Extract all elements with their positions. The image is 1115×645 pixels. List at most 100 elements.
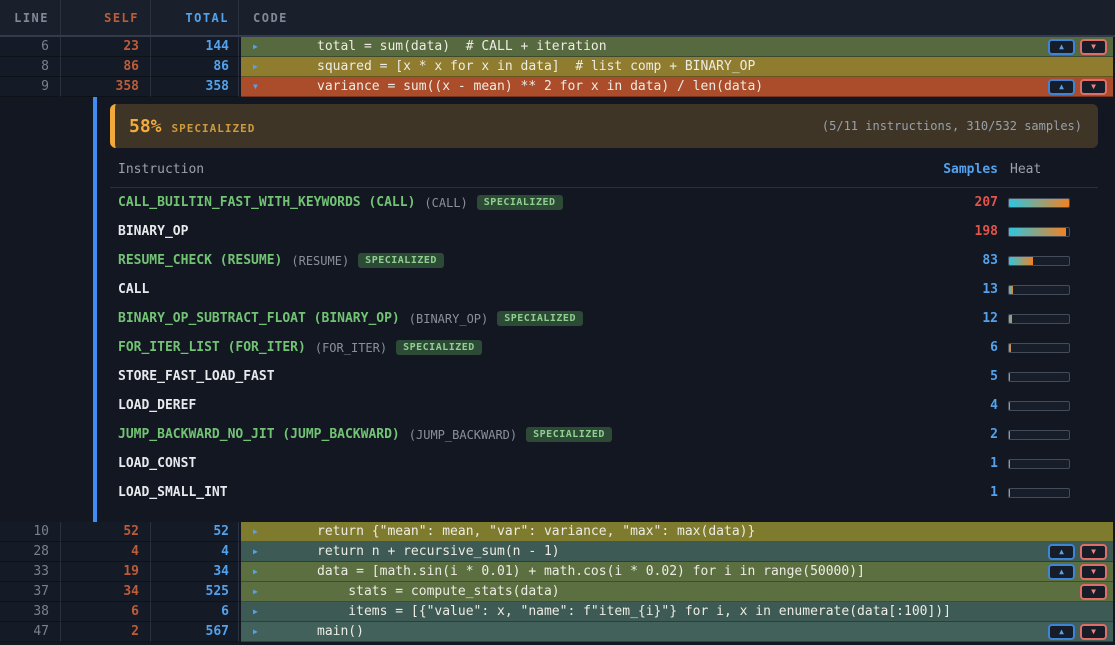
instruction-name-cell: CALL_BUILTIN_FAST_WITH_KEYWORDS (CALL) (… <box>110 195 888 210</box>
instruction-name-cell: LOAD_SMALL_INT <box>110 485 888 500</box>
source-code: return {"mean": mean, "var": variance, "… <box>317 524 755 539</box>
instruction-row: LOAD_SMALL_INT 1 <box>110 478 1098 507</box>
sample-count: 12 <box>888 311 1008 326</box>
row-nav-buttons: ▲ ▼ <box>1048 79 1107 95</box>
code-cell[interactable]: ▶ squared = [x * x for x in data] # list… <box>241 57 1113 77</box>
navigate-up-button[interactable]: ▲ <box>1048 564 1075 580</box>
line-number: 47 <box>0 622 61 642</box>
heat-cell <box>1008 459 1098 469</box>
heat-bar-track <box>1008 430 1070 440</box>
disclosure-triangle-icon[interactable]: ▶ <box>253 43 258 51</box>
self-samples: 23 <box>61 37 151 57</box>
code-cell[interactable]: ▶ data = [math.sin(i * 0.01) + math.cos(… <box>241 562 1113 582</box>
source-code: variance = sum((x - mean) ** 2 for x in … <box>317 79 763 94</box>
code-cell[interactable]: ▶ items = [{"value": x, "name": f"item_{… <box>241 602 1113 622</box>
disclosure-triangle-icon[interactable]: ▶ <box>253 528 258 536</box>
column-header-code: CODE <box>239 0 1115 35</box>
disclosure-triangle-icon[interactable]: ▶ <box>253 63 258 71</box>
heat-bar-track <box>1008 227 1070 237</box>
line-number: 9 <box>0 77 61 97</box>
self-samples: 6 <box>61 602 151 622</box>
code-line-row: 37 34 525 ▶ stats = compute_stats(data) … <box>0 582 1115 602</box>
heat-bar-track <box>1008 343 1070 353</box>
code-line-row: 6 23 144 ▶ total = sum(data) # CALL + it… <box>0 37 1115 57</box>
instruction-name-cell: FOR_ITER_LIST (FOR_ITER) (FOR_ITER) SPEC… <box>110 340 888 355</box>
code-cell[interactable]: ▶ stats = compute_stats(data) ▼ <box>241 582 1113 602</box>
specialized-badge: SPECIALIZED <box>526 427 612 442</box>
disclosure-triangle-icon[interactable]: ▶ <box>253 548 258 556</box>
navigate-up-button[interactable]: ▲ <box>1048 624 1075 640</box>
code-line-row: 10 52 52 ▶ return {"mean": mean, "var": … <box>0 522 1115 542</box>
navigate-down-button[interactable]: ▼ <box>1080 564 1107 580</box>
opcode-name: CALL <box>118 282 149 297</box>
navigate-up-button[interactable]: ▲ <box>1048 39 1075 55</box>
self-samples: 52 <box>61 522 151 542</box>
heat-bar-fill <box>1009 489 1010 497</box>
navigate-down-button[interactable]: ▼ <box>1080 624 1107 640</box>
instruction-name-cell: BINARY_OP <box>110 224 888 239</box>
heat-cell <box>1008 488 1098 498</box>
sample-count: 6 <box>888 340 1008 355</box>
sample-count: 83 <box>888 253 1008 268</box>
line-number: 37 <box>0 582 61 602</box>
opcode-name: JUMP_BACKWARD_NO_JIT (JUMP_BACKWARD) <box>118 427 400 442</box>
code-cell[interactable]: ▼ variance = sum((x - mean) ** 2 for x i… <box>241 77 1113 97</box>
navigate-down-button[interactable]: ▼ <box>1080 544 1107 560</box>
column-header-line: LINE <box>0 0 61 35</box>
total-samples: 4 <box>151 542 239 562</box>
line-number: 38 <box>0 602 61 622</box>
navigate-down-button[interactable]: ▼ <box>1080 79 1107 95</box>
navigate-down-button[interactable]: ▼ <box>1080 584 1107 600</box>
heat-bar-fill <box>1009 199 1069 207</box>
code-cell[interactable]: ▶ return {"mean": mean, "var": variance,… <box>241 522 1113 542</box>
heat-cell <box>1008 314 1098 324</box>
disclosure-triangle-icon[interactable]: ▶ <box>253 588 258 596</box>
row-nav-buttons: ▲ ▼ <box>1048 564 1107 580</box>
self-samples: 358 <box>61 77 151 97</box>
code-line-row: 38 6 6 ▶ items = [{"value": x, "name": f… <box>0 602 1115 622</box>
specialized-percent: 58% <box>129 116 162 137</box>
source-code: data = [math.sin(i * 0.01) + math.cos(i … <box>317 564 865 579</box>
code-cell[interactable]: ▶ main() ▲ ▼ <box>241 622 1113 642</box>
source-code: main() <box>317 624 364 639</box>
source-code: stats = compute_stats(data) <box>317 584 560 599</box>
heat-cell <box>1008 343 1098 353</box>
disclosure-triangle-icon[interactable]: ▶ <box>253 628 258 636</box>
opcode-name: CALL_BUILTIN_FAST_WITH_KEYWORDS (CALL) <box>118 195 415 210</box>
code-cell[interactable]: ▶ total = sum(data) # CALL + iteration ▲… <box>241 37 1113 57</box>
line-number: 33 <box>0 562 61 582</box>
line-number: 8 <box>0 57 61 77</box>
opcode-name: LOAD_SMALL_INT <box>118 485 228 500</box>
expanded-detail-panel: 58% SPECIALIZED (5/11 instructions, 310/… <box>0 97 1115 522</box>
opcode-name: LOAD_CONST <box>118 456 196 471</box>
total-samples: 86 <box>151 57 239 77</box>
source-code: squared = [x * x for x in data] # list c… <box>317 59 755 74</box>
source-code: total = sum(data) # CALL + iteration <box>317 39 607 54</box>
disclosure-triangle-icon[interactable]: ▶ <box>253 568 258 576</box>
instruction-row: JUMP_BACKWARD_NO_JIT (JUMP_BACKWARD) (JU… <box>110 420 1098 449</box>
heat-cell <box>1008 372 1098 382</box>
heat-cell <box>1008 401 1098 411</box>
instruction-rows: CALL_BUILTIN_FAST_WITH_KEYWORDS (CALL) (… <box>110 188 1098 507</box>
sample-count: 4 <box>888 398 1008 413</box>
instruction-name-cell: BINARY_OP_SUBTRACT_FLOAT (BINARY_OP) (BI… <box>110 311 888 326</box>
navigate-up-button[interactable]: ▲ <box>1048 544 1075 560</box>
heat-bar-fill <box>1009 460 1010 468</box>
expansion-accent-bar <box>93 97 97 522</box>
heat-cell <box>1008 227 1098 237</box>
heat-bar-fill <box>1009 257 1033 265</box>
total-samples: 34 <box>151 562 239 582</box>
navigate-down-button[interactable]: ▼ <box>1080 39 1107 55</box>
heat-bar-fill <box>1009 315 1012 323</box>
instruction-name-cell: CALL <box>110 282 888 297</box>
disclosure-triangle-icon[interactable]: ▶ <box>253 608 258 616</box>
code-line-row: 9 358 358 ▼ variance = sum((x - mean) **… <box>0 77 1115 97</box>
line-number: 10 <box>0 522 61 542</box>
heat-bar-track <box>1008 459 1070 469</box>
total-samples: 567 <box>151 622 239 642</box>
instruction-row: FOR_ITER_LIST (FOR_ITER) (FOR_ITER) SPEC… <box>110 333 1098 362</box>
navigate-up-button[interactable]: ▲ <box>1048 79 1075 95</box>
code-cell[interactable]: ▶ return n + recursive_sum(n - 1) ▲ ▼ <box>241 542 1113 562</box>
disclosure-triangle-icon[interactable]: ▼ <box>253 83 258 91</box>
heat-bar-track <box>1008 314 1070 324</box>
